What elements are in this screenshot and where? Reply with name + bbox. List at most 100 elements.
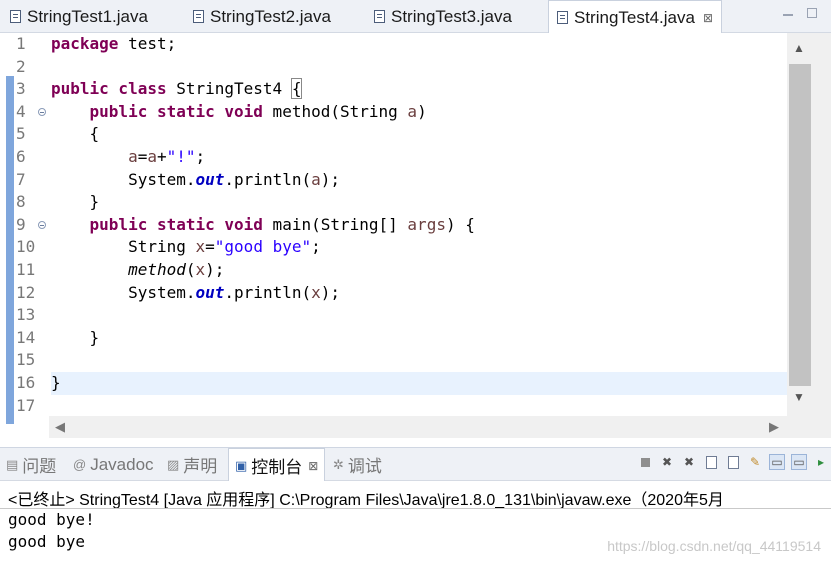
parameter: a <box>128 146 138 166</box>
fold-collapse-icon[interactable] <box>38 220 46 229</box>
tab-label: StringTest1.java <box>27 6 148 26</box>
console-view[interactable]: <已终止> StringTest4 [Java 应用程序] C:\Program… <box>0 481 831 565</box>
line-number: 15 <box>16 350 36 370</box>
bottom-panel-tab-bar: ▤ 问题 @ Javadoc ▨ 声明 ▣ 控制台 ⊠ ✲ 调试 ✖ ✖ ✎ ▭… <box>0 447 831 482</box>
static-field: out <box>195 282 225 302</box>
tab-javadoc[interactable]: @ Javadoc <box>73 448 154 481</box>
code-text: method(String <box>262 101 408 121</box>
code-text: ; <box>195 146 206 166</box>
show-on-stdout-icon[interactable]: ▭ <box>769 454 785 470</box>
code-text: ( <box>185 259 196 279</box>
console-toolbar: ✖ ✖ ✎ ▭ ▭ ▸ <box>637 454 829 470</box>
clear-console-icon[interactable] <box>703 454 719 470</box>
line-number: 13 <box>16 305 36 325</box>
code-text: System. <box>51 282 196 302</box>
java-file-icon <box>193 10 204 23</box>
remove-all-terminated-icon[interactable]: ✖ <box>681 454 697 470</box>
show-on-stderr-icon[interactable]: ▭ <box>791 454 807 470</box>
tab-stringtest3[interactable]: StringTest3.java <box>374 0 512 33</box>
code-text: ; <box>311 237 321 257</box>
code-text-area[interactable]: package test; public class StringTest4 {… <box>51 33 787 417</box>
code-line: System.out.println(x); <box>51 282 787 305</box>
code-text: String <box>51 237 196 257</box>
tab-stringtest2[interactable]: StringTest2.java <box>193 0 331 33</box>
line-number: 8 <box>16 192 26 212</box>
parameter: a <box>311 169 321 189</box>
tab-problems[interactable]: ▤ 问题 <box>6 448 56 481</box>
vertical-scrollbar[interactable]: ▲ ▼ <box>787 33 831 416</box>
declaration-icon: ▨ <box>167 456 180 472</box>
line-number: 6 <box>16 146 26 166</box>
fold-collapse-icon[interactable] <box>38 107 46 116</box>
java-file-icon <box>374 10 385 23</box>
scroll-right-icon[interactable]: ▶ <box>769 419 779 435</box>
code-text: System. <box>51 169 196 189</box>
maximize-icon[interactable] <box>807 8 817 18</box>
tab-debug[interactable]: ✲ 调试 <box>333 448 382 481</box>
code-text: test; <box>118 34 177 53</box>
code-line: public class StringTest4 { <box>51 78 787 101</box>
string-literal: "good bye" <box>214 237 312 257</box>
tab-console[interactable]: ▣ 控制台 ⊠ <box>228 448 326 482</box>
static-field: out <box>195 169 225 189</box>
keyword: public class <box>51 79 167 99</box>
scrollbar-thumb[interactable] <box>789 64 811 386</box>
watermark: https://blog.csdn.net/qq_44119514 <box>607 538 821 554</box>
local-variable: x <box>195 237 206 257</box>
keyword: package <box>51 34 119 53</box>
tab-label: 问题 <box>22 457 57 476</box>
code-text: = <box>205 237 215 257</box>
tab-label: StringTest4.java <box>574 7 695 27</box>
remove-launch-icon[interactable]: ✖ <box>659 454 675 470</box>
horizontal-scrollbar[interactable]: ◀ ▶ <box>49 416 787 438</box>
minimize-icon[interactable] <box>783 10 793 16</box>
line-number: 7 <box>16 169 26 189</box>
line-number-ruler: 1 2 3 4 5 6 7 8 9 10 11 12 13 14 15 16 1… <box>14 33 48 417</box>
word-wrap-icon[interactable]: ✎ <box>747 454 763 470</box>
tab-stringtest1[interactable]: StringTest1.java <box>10 0 148 33</box>
terminate-icon[interactable] <box>637 454 653 470</box>
pin-console-icon[interactable]: ▸ <box>813 454 829 470</box>
tab-label: StringTest2.java <box>210 6 331 26</box>
keyword: public static void <box>89 101 263 121</box>
tab-stringtest4[interactable]: StringTest4.java ⊠ <box>548 0 723 34</box>
tab-label: 调试 <box>347 457 382 476</box>
code-text: .println( <box>224 169 312 189</box>
code-text: = <box>137 146 148 166</box>
line-number: 9 <box>14 214 48 237</box>
parameter: args <box>407 214 446 234</box>
code-line: { <box>51 124 100 144</box>
scroll-down-icon[interactable]: ▼ <box>793 390 805 404</box>
divider <box>0 508 831 509</box>
matching-brace: { <box>290 78 303 100</box>
parameter: a <box>407 101 418 121</box>
scroll-up-icon[interactable]: ▲ <box>793 41 805 55</box>
code-line: } <box>51 192 100 212</box>
code-editor[interactable]: 1 2 3 4 5 6 7 8 9 10 11 12 13 14 15 16 1… <box>0 33 831 444</box>
scroll-lock-icon[interactable] <box>725 454 741 470</box>
code-text: .println( <box>224 282 312 302</box>
scroll-left-icon[interactable]: ◀ <box>55 419 65 435</box>
line-number: 17 <box>16 395 36 415</box>
change-bar <box>6 76 14 424</box>
close-tab-icon[interactable]: ⊠ <box>703 11 713 25</box>
close-tab-icon[interactable]: ⊠ <box>308 459 318 473</box>
code-text: main(String[] <box>262 214 408 234</box>
code-text: ); <box>205 259 225 279</box>
local-variable: x <box>195 259 206 279</box>
tab-declaration[interactable]: ▨ 声明 <box>167 448 217 481</box>
code-line: String x="good bye"; <box>51 236 787 259</box>
code-line: package test; <box>51 33 787 56</box>
tab-label: Javadoc <box>90 454 154 474</box>
line-number: 16 <box>16 372 36 392</box>
scrollbar-corner <box>787 416 831 438</box>
code-text: ); <box>320 282 341 302</box>
code-text: + <box>156 146 167 166</box>
parameter: a <box>147 146 157 166</box>
local-variable: x <box>311 282 321 302</box>
